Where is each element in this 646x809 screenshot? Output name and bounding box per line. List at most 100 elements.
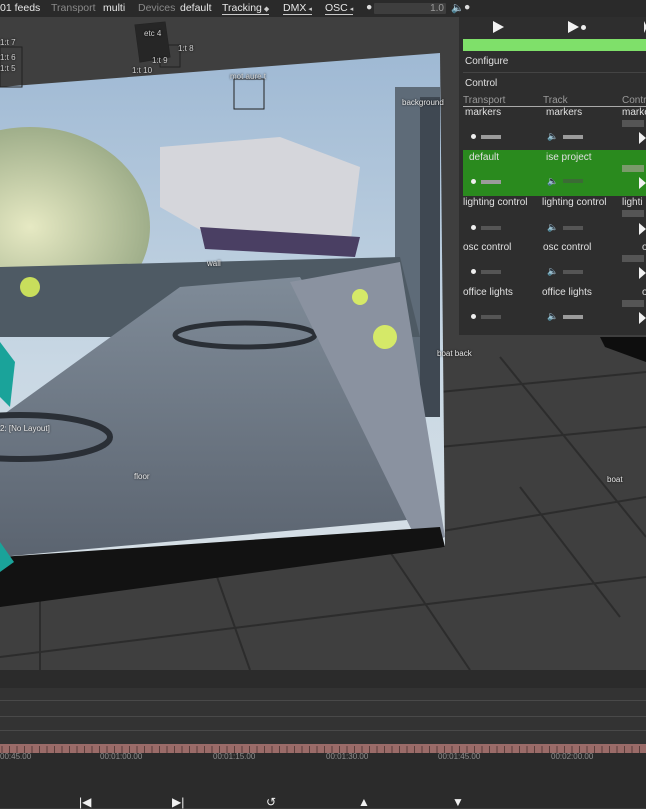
play-icon[interactable] — [639, 132, 646, 144]
osc-label: OSC — [325, 2, 348, 14]
surface-label: wall — [207, 259, 221, 268]
list-item[interactable]: default ise project 🔈 — [459, 152, 646, 196]
volume-value: 1.0 — [430, 3, 444, 14]
brightness-slider[interactable] — [481, 315, 501, 319]
time-tick: 00:01:30.00 — [326, 752, 369, 761]
control-meter — [622, 210, 644, 217]
speaker-icon: 🔈 — [547, 222, 559, 232]
devices-select[interactable]: default — [180, 2, 212, 14]
list-item[interactable]: markers markers marke 🔈 — [459, 107, 646, 151]
progress-bar[interactable] — [463, 39, 646, 51]
play-icon[interactable] — [639, 267, 646, 279]
timeline-tracks[interactable] — [0, 688, 646, 744]
ruler-ticks — [1, 746, 640, 753]
list-item[interactable]: osc control osc control o 🔈 — [459, 242, 646, 286]
down-arrow-icon[interactable]: ▼ — [452, 795, 464, 809]
speaker-icon: 🔈 — [547, 311, 559, 321]
transport-select[interactable]: multi — [103, 2, 125, 14]
volume-slider[interactable] — [563, 135, 583, 139]
transport-name: markers — [465, 107, 502, 118]
transport-name: default — [469, 152, 500, 163]
transport-name: office lights — [463, 287, 513, 298]
speaker-icon[interactable]: 🔈 — [451, 1, 464, 14]
dmx-label: DMX — [283, 2, 307, 14]
fixture-label: 1:t 9 — [152, 56, 168, 65]
transport-name: osc control — [463, 242, 512, 253]
fixture-label: 1:t 10 — [132, 66, 153, 75]
column-header-control: Contr — [622, 95, 646, 106]
column-header-track: Track — [543, 95, 568, 106]
control-name: o — [642, 287, 646, 298]
brightness-icon — [471, 269, 476, 274]
brightness-icon — [471, 134, 476, 139]
pin-icon: ◂ — [349, 6, 354, 13]
dmx-tab[interactable]: DMX ◂ — [283, 2, 312, 15]
time-tick: 00:01:45.00 — [438, 752, 481, 761]
osc-tab[interactable]: OSC ◂ — [325, 2, 354, 15]
brightness-slider[interactable] — [481, 135, 501, 139]
time-tick: 00:02:00.00 — [551, 752, 594, 761]
feeds-label: 01 feeds — [0, 2, 41, 14]
volume-slider[interactable] — [563, 315, 583, 319]
volume-slider[interactable] — [563, 270, 583, 274]
pin-icon: ◂ — [308, 6, 312, 13]
control-meter — [622, 120, 644, 127]
brightness-slider[interactable] — [481, 270, 501, 274]
track-line — [0, 730, 646, 731]
track-name: office lights — [542, 287, 592, 298]
track-line — [0, 716, 646, 717]
play-next-icon[interactable] — [568, 21, 579, 33]
record-icon[interactable]: ● — [464, 1, 470, 13]
play-icon[interactable] — [493, 21, 504, 33]
timeline: 00:45.00 00:01:00.00 00:01:15.00 00:01:3… — [0, 670, 646, 809]
control-name: marke — [622, 107, 646, 118]
transport-name: lighting control — [463, 197, 528, 208]
fixture-label: 1:t 5 — [0, 64, 16, 73]
track-name: lighting control — [542, 197, 607, 208]
transport-label: Transport — [51, 2, 96, 14]
control-meter — [622, 300, 644, 307]
brightness-icon — [471, 179, 476, 184]
tracking-label: Tracking — [222, 2, 262, 14]
speaker-icon: 🔈 — [547, 266, 559, 276]
play-icon[interactable] — [639, 223, 646, 235]
surface-label: background — [402, 98, 444, 107]
divider — [463, 72, 646, 73]
control-meter — [622, 165, 644, 172]
skip-forward-icon[interactable]: ▶| — [172, 795, 184, 809]
time-ruler[interactable] — [0, 744, 646, 753]
time-tick: 00:45.00 — [0, 752, 32, 761]
track-line — [0, 700, 646, 701]
brightness-icon: ● — [366, 1, 373, 13]
fixture-label: etc 4 — [144, 29, 162, 38]
list-item[interactable]: office lights office lights o 🔈 — [459, 287, 646, 331]
surface-label: boat back — [437, 349, 472, 358]
fixture-label: 1:t 7 — [0, 38, 16, 47]
skip-back-icon[interactable]: |◀ — [79, 795, 91, 809]
pin-icon: ◆ — [263, 6, 270, 13]
control-heading: Control — [465, 78, 498, 89]
fixture-label: 1:t 6 — [0, 53, 16, 62]
play-icon[interactable] — [639, 312, 646, 324]
loop-icon[interactable]: ↺ — [266, 795, 276, 809]
brightness-slider[interactable] — [481, 226, 501, 230]
up-arrow-icon[interactable]: ▲ — [358, 795, 370, 809]
configure-heading[interactable]: Configure — [465, 56, 508, 67]
list-item[interactable]: lighting control lighting control lighti… — [459, 197, 646, 241]
volume-slider[interactable] — [563, 226, 583, 230]
brightness-icon — [471, 314, 476, 319]
brightness-icon — [471, 225, 476, 230]
track-name: osc control — [543, 242, 592, 253]
surface-label: floor — [134, 472, 150, 481]
cue-dot-icon — [581, 25, 586, 30]
track-name: markers — [546, 107, 583, 118]
speaker-icon: 🔈 — [547, 176, 559, 186]
play-icon[interactable] — [639, 177, 646, 189]
tracking-tab[interactable]: Tracking ◆ — [222, 2, 270, 15]
surface-label: boat — [607, 475, 623, 484]
time-tick: 00:01:15.00 — [213, 752, 256, 761]
volume-slider[interactable] — [563, 179, 583, 183]
brightness-slider[interactable] — [481, 180, 501, 184]
speaker-icon: 🔈 — [547, 131, 559, 141]
top-bar: 01 feeds Transport multi Devices default… — [0, 0, 646, 17]
